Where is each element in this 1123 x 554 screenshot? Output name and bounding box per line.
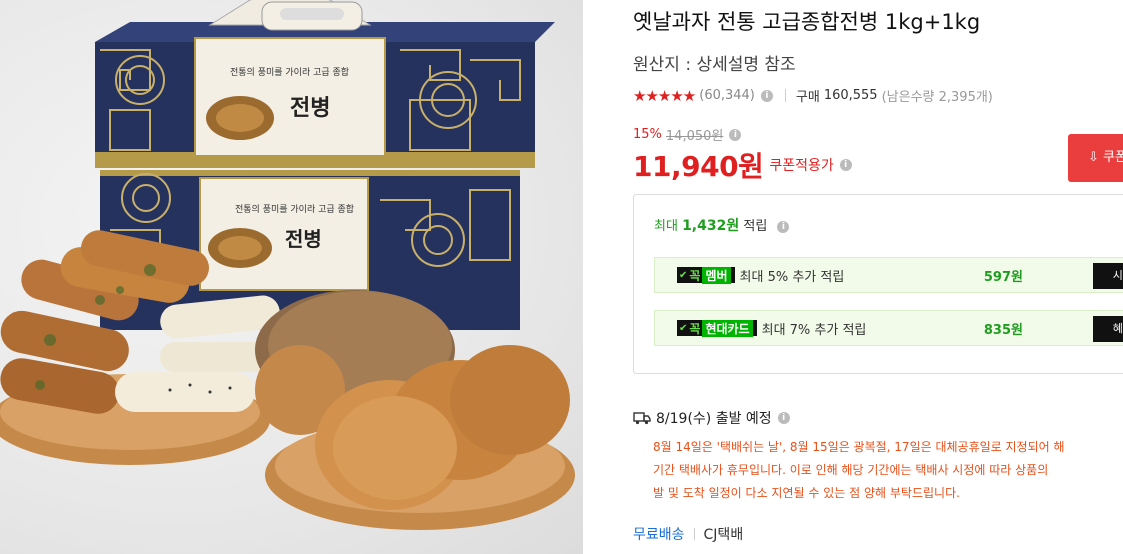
divider <box>693 528 695 540</box>
review-count[interactable]: (60,344) <box>699 88 755 103</box>
remaining-stock: (남은수량 2,395개) <box>881 90 993 105</box>
info-icon[interactable]: i <box>777 412 790 424</box>
purchase-count: 160,555 <box>823 88 878 103</box>
holiday-notice: 8월 14일은 '택배쉬는 날', 8월 15일은 광복절, 17일은 대체공휴… <box>653 436 1123 505</box>
star-rating-icon[interactable]: ★★★★★ <box>633 87 696 105</box>
benefit-amount: 597원 <box>983 269 1023 285</box>
shipping-date-row: 8/19(수) 출발 예정 i <box>633 408 790 428</box>
badge-label: 멤버 <box>702 266 731 284</box>
benefit-description: 최대 7% 추가 적립 <box>761 322 867 338</box>
check-icon: ✔ <box>679 322 688 334</box>
free-shipping-label: 무료배송 <box>633 527 685 543</box>
info-icon[interactable]: i <box>729 128 742 141</box>
gift-box-top: 전통의 풍미를 가이라 고급 종합 전병 <box>95 0 555 168</box>
benefit-amount: 835원 <box>983 322 1023 338</box>
info-icon[interactable]: i <box>839 159 852 171</box>
svg-text:전병: 전병 <box>285 227 322 251</box>
max-reward: 최대 1,432원 적립 i <box>654 215 790 235</box>
coupon-price-label: 쿠폰적용가 <box>769 158 834 174</box>
svg-text:전통의 풍미를 가이라 고급 종합: 전통의 풍미를 가이라 고급 종합 <box>235 204 354 215</box>
product-info-panel: 옛날과자 전통 고급종합전병 1kg+1kg 원산지 : 상세설명 참조 ★★★… <box>583 0 1123 554</box>
benefit-description: 최대 5% 추가 적립 <box>739 269 845 285</box>
start-button[interactable]: 시작하기 <box>1093 263 1123 289</box>
reward-box: 최대 1,432원 적립 i ✔ 꼭 멤버 최대 5% 추가 적립 597원 시… <box>633 194 1123 374</box>
benefit-row-member: ✔ 꼭 멤버 최대 5% 추가 적립 597원 시작하기 <box>654 257 1123 293</box>
check-icon: ✔ <box>679 269 688 281</box>
badge-prefix: 꼭 <box>689 268 701 283</box>
original-price: 14,050원 <box>665 129 724 144</box>
notice-line: 기간 택배사가 휴무입니다. 이로 인해 해당 기간에는 택배사 시정에 따라 … <box>653 463 1049 477</box>
info-icon[interactable]: i <box>760 89 773 102</box>
badge-label: 현대카드 <box>702 319 753 337</box>
sale-price: 11,940원 <box>633 150 764 183</box>
card-badge: ✔ 꼭 현대카드 <box>677 319 757 337</box>
max-reward-amount: 1,432원 <box>682 218 740 234</box>
max-reward-suffix: 적립 <box>743 219 768 234</box>
get-benefit-button[interactable]: 혜택받기 <box>1093 316 1123 342</box>
benefit-row-card: ✔ 꼭 현대카드 최대 7% 추가 적립 835원 혜택받기 <box>654 310 1123 346</box>
notice-line: 발 및 도착 일정이 다소 지연될 수 있는 점 양해 부탁드립니다. <box>653 486 960 500</box>
discount-row: 15% 14,050원 i <box>633 125 742 144</box>
delivery-row: 무료배송 CJ택배 <box>633 524 743 544</box>
info-icon[interactable]: i <box>777 220 790 233</box>
origin-info: 원산지 : 상세설명 참조 <box>633 55 796 75</box>
notice-line: 8월 14일은 '택배쉬는 날', 8월 15일은 광복절, 17일은 대체공휴… <box>653 440 1065 454</box>
product-title: 옛날과자 전통 고급종합전병 1kg+1kg <box>633 10 981 34</box>
truck-icon <box>633 412 651 425</box>
box-title: 전병 <box>290 96 330 121</box>
courier-name: CJ택배 <box>703 527 744 543</box>
shipping-date: 8/19(수) 출발 예정 <box>656 411 772 427</box>
divider <box>784 89 786 102</box>
box-tagline: 전통의 풍미를 가이라 고급 종합 <box>230 67 349 78</box>
price-row: 11,940원 쿠폰적용가 i <box>633 145 852 185</box>
rating-row: ★★★★★ (60,344) i 구매 160,555 (남은수량 2,395개… <box>633 86 993 106</box>
coupon-download-button[interactable]: ⇩ 쿠폰 <box>1068 134 1123 182</box>
product-image[interactable]: 전통의 풍미를 가이라 고급 종합 전병 전통의 풍미를 가이라 고급 종합 전… <box>0 0 583 554</box>
product-photo: 전통의 풍미를 가이라 고급 종합 전병 전통의 풍미를 가이라 고급 종합 전… <box>0 0 575 530</box>
discount-rate: 15% <box>633 127 662 142</box>
membership-badge: ✔ 꼭 멤버 <box>677 266 735 284</box>
badge-prefix: 꼭 <box>689 321 701 336</box>
max-reward-prefix: 최대 <box>654 219 678 234</box>
purchase-label: 구매 <box>795 90 820 105</box>
